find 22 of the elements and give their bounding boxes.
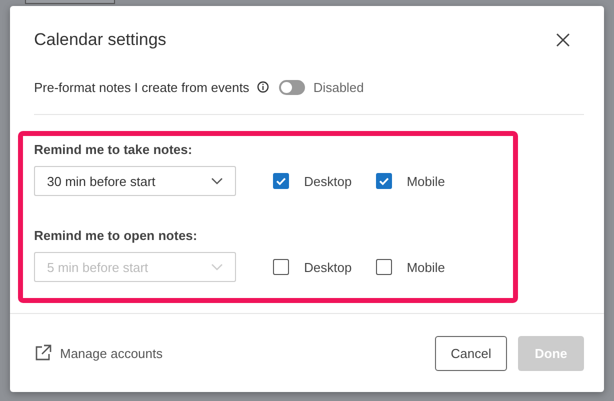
- chevron-down-icon: [211, 177, 223, 185]
- dialog-title: Calendar settings: [34, 30, 166, 50]
- checkbox-label: Desktop: [304, 174, 352, 188]
- preformat-label: Pre-format notes I create from events: [34, 80, 250, 94]
- checkbox[interactable]: [376, 259, 392, 275]
- checkbox[interactable]: [273, 259, 289, 275]
- checkbox[interactable]: [376, 173, 392, 189]
- external-link-icon[interactable]: [34, 344, 52, 362]
- cancel-button[interactable]: Cancel: [435, 336, 507, 370]
- time-dropdown[interactable]: 30 min before start: [34, 166, 236, 196]
- toggle-status: Disabled: [313, 80, 364, 94]
- checkbox-label: Mobile: [406, 174, 445, 188]
- toggle-switch[interactable]: [279, 80, 306, 94]
- reminder-label: Remind me to take notes:: [34, 142, 194, 159]
- close-icon[interactable]: [556, 33, 570, 47]
- checkbox-label: Desktop: [304, 260, 352, 274]
- reminder-label: Remind me to open notes:: [34, 228, 198, 245]
- checkbox[interactable]: [273, 173, 289, 189]
- manage-accounts-link[interactable]: Manage accounts: [60, 346, 163, 360]
- checkbox-label: Mobile: [406, 260, 445, 274]
- info-icon[interactable]: [257, 81, 270, 93]
- chevron-down-icon: [211, 263, 223, 271]
